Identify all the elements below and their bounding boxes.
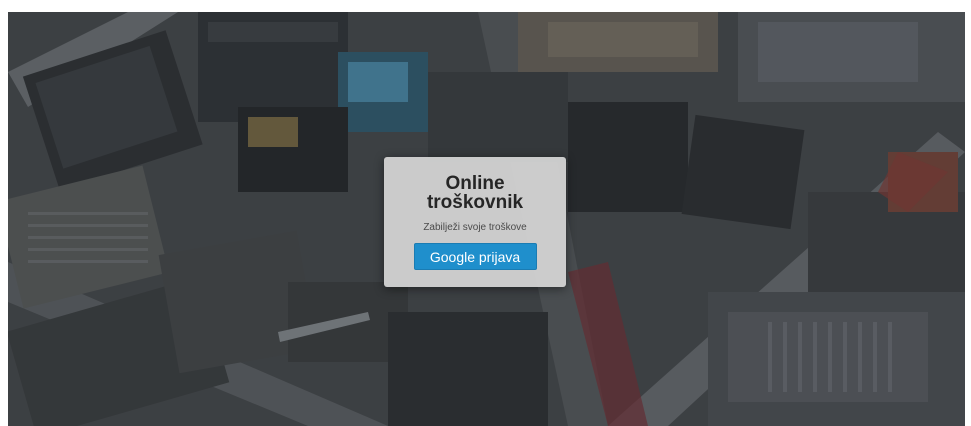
page-frame: Online troškovnik Zabilježi svoje troško… (8, 12, 965, 426)
title-line-1: Online (445, 173, 505, 194)
page-title: Online troškovnik (384, 174, 566, 212)
title-line-2: troškovnik (426, 192, 524, 213)
login-card: Online troškovnik Zabilježi svoje troško… (384, 157, 566, 287)
google-login-button[interactable]: Google prijava (413, 243, 537, 270)
tagline: Zabilježi svoje troškove (423, 222, 527, 233)
